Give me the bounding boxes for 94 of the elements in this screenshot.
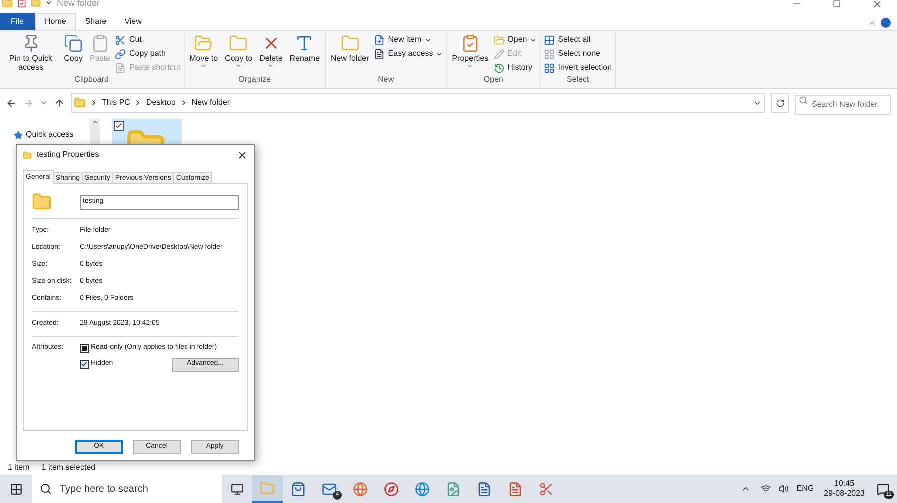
search-field[interactable]: Type here to search <box>32 475 222 503</box>
checkbox[interactable] <box>80 360 89 369</box>
search-icon <box>40 483 52 495</box>
caret-icon <box>268 63 274 69</box>
ribbon-button[interactable]: Copy <box>62 33 85 63</box>
breadcrumb[interactable]: This PC <box>102 97 130 109</box>
new-item-icon <box>374 34 386 46</box>
ribbon-button[interactable]: Copy to <box>223 33 255 69</box>
scissors-icon <box>539 482 554 496</box>
path-icon <box>115 48 126 60</box>
document-icon <box>374 48 386 60</box>
caret-icon <box>200 63 207 69</box>
recent-icon[interactable] <box>40 99 48 107</box>
scroll-up-icon[interactable] <box>92 119 98 126</box>
dialog-title: testing Properties <box>37 149 100 161</box>
ribbon-button[interactable]: Select none <box>544 48 612 60</box>
folder-icon <box>494 34 505 46</box>
globe-icon <box>415 482 430 496</box>
image-icon <box>446 482 461 496</box>
caret-icon <box>530 36 538 44</box>
clipboard-icon <box>90 34 110 53</box>
folder-icon <box>23 150 32 160</box>
grid-icon <box>544 34 556 46</box>
rename-icon <box>295 34 314 53</box>
compass-icon <box>384 482 399 496</box>
group-label: Select <box>566 74 590 86</box>
document-icon <box>508 482 523 496</box>
ribbon-tab[interactable]: Home <box>35 13 76 30</box>
ribbon-button[interactable]: Pin to Quick access <box>3 33 59 72</box>
nav-item[interactable]: Quick access <box>14 129 90 141</box>
ribbon-button[interactable]: Easy access <box>374 48 444 60</box>
breadcrumb[interactable]: New folder <box>192 97 230 109</box>
refresh-icon <box>776 98 784 108</box>
ribbon-button[interactable]: Cut <box>115 34 181 46</box>
group-label: Clipboard <box>74 74 110 86</box>
shortcut-icon <box>115 62 126 74</box>
chevron-icon <box>90 99 98 107</box>
ribbon-tab[interactable]: Share <box>76 13 116 30</box>
group-label: New <box>377 74 396 86</box>
caret-icon[interactable] <box>45 0 53 7</box>
properties-icon[interactable] <box>17 0 27 8</box>
status-text: 1 item <box>8 462 30 474</box>
checkbox[interactable] <box>80 344 89 353</box>
ribbon-button[interactable]: History <box>494 62 538 74</box>
document-icon <box>477 482 492 496</box>
ribbon-button[interactable]: Rename <box>288 33 322 63</box>
ribbon-button[interactable]: Copy path <box>115 48 181 60</box>
checkbox[interactable] <box>114 121 124 131</box>
folder-icon <box>2 0 13 8</box>
search-field[interactable]: Search New folder <box>795 94 891 114</box>
search-icon <box>799 96 808 105</box>
folder-icon <box>74 97 86 109</box>
clock[interactable]: 10:45 29-08-2023 <box>824 479 865 499</box>
breadcrumb[interactable]: Desktop <box>146 97 176 109</box>
folder-icon <box>340 34 360 53</box>
properties-icon <box>460 34 480 53</box>
grid-icon <box>544 48 556 60</box>
ribbon-button[interactable]: Select all <box>544 34 612 46</box>
ribbon-tab[interactable]: View <box>116 13 151 30</box>
group-label: Open <box>482 74 504 86</box>
mail-icon <box>322 482 337 496</box>
globe-icon <box>353 482 368 496</box>
ribbon-button[interactable]: New folder <box>329 33 372 63</box>
ribbon-button[interactable]: New item <box>374 34 444 46</box>
grid-icon <box>544 62 556 74</box>
language-indicator[interactable]: ENG <box>796 483 814 495</box>
history-icon <box>494 62 505 74</box>
caret-icon <box>467 63 474 69</box>
address-bar[interactable]: This PC Desktop New folder <box>71 93 765 113</box>
maximize-icon[interactable] <box>833 0 841 8</box>
ribbon-button[interactable]: Properties <box>450 33 491 69</box>
folder-copy-icon <box>229 34 248 53</box>
refresh-button[interactable] <box>771 93 789 113</box>
bag-icon <box>291 482 306 496</box>
up-icon[interactable] <box>54 98 65 108</box>
caret-icon <box>236 63 242 69</box>
ribbon-button[interactable]: Invert selection <box>544 62 612 74</box>
edit-icon <box>494 48 505 60</box>
ribbon-button[interactable]: Delete <box>258 33 285 69</box>
star-icon <box>14 130 23 140</box>
network-icon[interactable] <box>760 484 771 494</box>
copy-icon <box>64 34 83 53</box>
back-icon[interactable] <box>6 98 17 108</box>
file-tab[interactable]: File <box>0 13 35 30</box>
help-icon[interactable] <box>881 18 891 28</box>
ribbon-button[interactable]: Move to <box>188 33 220 69</box>
scissors-icon <box>115 34 126 46</box>
close-icon[interactable] <box>237 150 248 160</box>
folder-icon <box>260 480 275 496</box>
status-text: 1 item selected <box>42 462 96 474</box>
volume-icon[interactable] <box>778 484 789 494</box>
group-label: Organize <box>238 74 272 86</box>
ribbon-button[interactable]: Open <box>494 34 538 46</box>
folder-icon <box>32 192 52 212</box>
